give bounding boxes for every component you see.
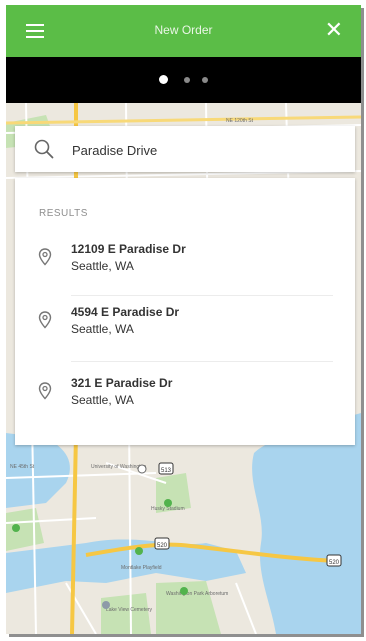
page-dot-2[interactable] xyxy=(184,77,190,83)
svg-text:520: 520 xyxy=(329,560,340,566)
map-marker-montlake xyxy=(135,547,143,555)
map-label-arboretum: Washington Park Arboretum xyxy=(166,591,228,597)
search-icon[interactable] xyxy=(33,138,55,160)
app-header: New Order ✕ xyxy=(6,5,361,57)
map-label-montlake: Montlake Playfield xyxy=(121,565,162,571)
map-pin-icon xyxy=(38,382,52,400)
map-marker-arboretum xyxy=(180,587,188,595)
page-dot-1[interactable] xyxy=(159,75,168,84)
result-city: Seattle, WA xyxy=(71,393,134,407)
result-item-2[interactable]: 4594 E Paradise Dr Seattle, WA xyxy=(15,305,355,349)
map-pin-icon xyxy=(38,311,52,329)
map-label-street: NE 120th St xyxy=(226,118,254,124)
search-bar xyxy=(15,126,355,172)
page-indicator xyxy=(6,57,361,103)
close-icon[interactable]: ✕ xyxy=(325,19,343,41)
result-street: 321 E Paradise Dr xyxy=(71,376,173,390)
divider xyxy=(71,361,333,362)
map-pin-icon xyxy=(38,248,52,266)
svg-text:520: 520 xyxy=(157,543,168,549)
map-marker-stadium xyxy=(164,499,172,507)
map-label-street-2: NE 45th St xyxy=(10,464,35,470)
result-city: Seattle, WA xyxy=(71,259,134,273)
result-item-1[interactable]: 12109 E Paradise Dr Seattle, WA xyxy=(15,242,355,286)
route-shield-513: 513 xyxy=(158,462,174,475)
search-input[interactable] xyxy=(70,137,344,163)
route-shield-520-east: 520 xyxy=(326,554,342,567)
svg-text:513: 513 xyxy=(161,468,172,474)
map-marker-university xyxy=(137,464,147,474)
result-item-3[interactable]: 321 E Paradise Dr Seattle, WA xyxy=(15,376,355,420)
result-street: 4594 E Paradise Dr xyxy=(71,305,180,319)
divider xyxy=(71,295,333,296)
page-dot-3[interactable] xyxy=(202,77,208,83)
result-city: Seattle, WA xyxy=(71,322,134,336)
page-title: New Order xyxy=(154,23,213,37)
results-panel: RESULTS 12109 E Paradise Dr Seattle, WA … xyxy=(15,178,355,445)
results-heading: RESULTS xyxy=(39,208,88,219)
map-marker-park xyxy=(12,524,20,532)
map-marker-cemetery xyxy=(102,601,110,609)
map-label-lakeview: Lake View Cemetery xyxy=(106,607,153,613)
result-street: 12109 E Paradise Dr xyxy=(71,242,186,256)
app-screen: 513 520 520 University of Washington Hus… xyxy=(6,5,361,634)
route-shield-520-west: 520 xyxy=(154,537,170,550)
park-south xyxy=(101,593,151,634)
